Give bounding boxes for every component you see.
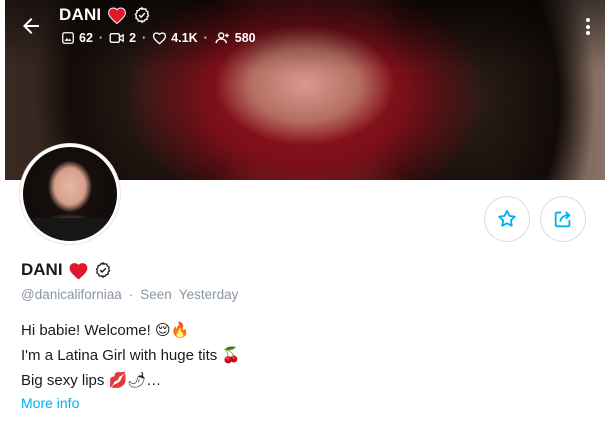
heart-icon	[68, 261, 89, 280]
bio-emojis: 😌🔥	[154, 321, 190, 339]
bio-ellipsis: …	[146, 372, 162, 389]
profile-name-row: DANI	[21, 260, 112, 280]
photos-count: 62	[79, 31, 93, 45]
bio-line-text: Hi babie! Welcome!	[21, 322, 151, 339]
username: @danicaliforniaa	[21, 287, 122, 302]
avatar-photo	[23, 147, 117, 241]
stats-row: 62 · 2 · 4.1K · 580	[61, 31, 256, 45]
stat-videos: 2	[109, 31, 136, 45]
fans-icon	[214, 31, 231, 45]
back-arrow-icon[interactable]	[19, 14, 43, 38]
likes-count: 4.1K	[171, 31, 198, 45]
stat-fans: 580	[214, 31, 256, 45]
last-seen-label: Seen	[140, 287, 172, 302]
separator-dot: ·	[128, 287, 134, 302]
bio: Hi babie! Welcome! 😌🔥 I'm a Latina Girl …	[21, 318, 240, 393]
last-seen-value: Yesterday	[178, 287, 239, 302]
top-bar: DANI 62 · 2 · 4.1K · 580	[5, 0, 605, 60]
more-vert-icon[interactable]	[585, 18, 591, 38]
bio-line: Hi babie! Welcome! 😌🔥	[21, 318, 240, 343]
bio-line-text: I'm a Latina Girl with huge tits	[21, 347, 218, 364]
fans-count: 580	[234, 31, 256, 45]
heart-icon	[107, 6, 127, 24]
bio-line: Big sexy lips 💋🌶…	[21, 368, 240, 393]
profile-name: DANI	[21, 260, 63, 279]
videos-count: 2	[129, 31, 137, 45]
header-title-row: DANI	[59, 5, 151, 25]
handle-row: @danicaliforniaa · Seen Yesterday	[21, 287, 238, 302]
separator-dot: ·	[203, 31, 208, 45]
share-button[interactable]	[540, 196, 586, 242]
video-icon	[109, 31, 125, 45]
separator-dot: ·	[98, 31, 104, 45]
image-icon	[61, 31, 75, 45]
stat-likes: 4.1K	[152, 31, 198, 45]
like-icon	[152, 31, 167, 45]
verified-icon	[94, 261, 112, 279]
separator-dot: ·	[142, 31, 147, 45]
header-name: DANI	[59, 5, 102, 24]
favorite-button[interactable]	[484, 196, 530, 242]
bio-emojis: 🍒	[221, 346, 241, 364]
avatar-shirt	[23, 218, 117, 241]
bio-line: I'm a Latina Girl with huge tits 🍒	[21, 343, 240, 368]
stat-photos: 62	[61, 31, 93, 45]
more-info-link[interactable]: More info	[21, 395, 79, 411]
bio-emojis: 💋🌶	[108, 371, 147, 389]
bio-line-text: Big sexy lips	[21, 372, 105, 389]
verified-icon	[133, 6, 151, 24]
star-icon	[496, 208, 518, 230]
share-icon	[552, 208, 574, 230]
avatar[interactable]	[20, 144, 120, 244]
